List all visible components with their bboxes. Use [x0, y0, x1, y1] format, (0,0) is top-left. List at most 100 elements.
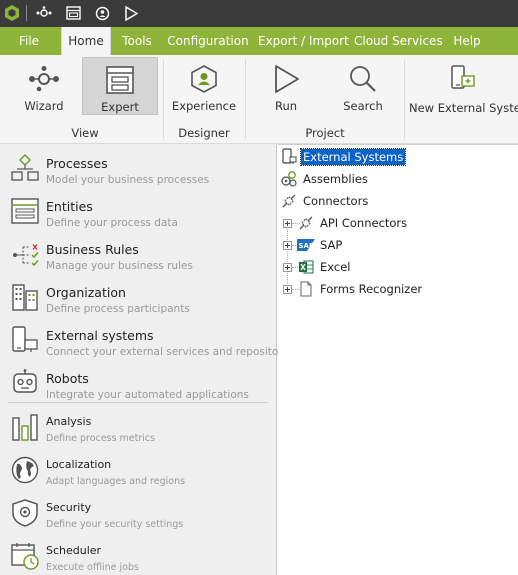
nav-title: Business Rules [46, 242, 139, 257]
svg-text:SAP: SAP [299, 242, 315, 250]
external-systems-node-icon [280, 148, 298, 166]
menu-bar: File Home Tools Configuration Export / I… [0, 27, 518, 55]
wizard-label: Wizard [24, 99, 64, 113]
group-designer-label: Designer [178, 126, 230, 140]
entities-icon [9, 195, 41, 227]
gears-icon [280, 170, 298, 188]
nav-item-robots[interactable]: Robots Integrate your automated applicat… [0, 363, 276, 403]
nav-item-analysis[interactable]: Analysis Define process metrics [0, 407, 276, 447]
nav-subtitle: Manage your business rules [46, 260, 193, 272]
search-icon [333, 63, 393, 95]
nav-title: Analysis [46, 415, 92, 428]
title-bar [0, 0, 518, 27]
shield-icon [9, 497, 41, 529]
tree-node-forms-recognizer[interactable]: Forms Recognizer [297, 280, 424, 298]
tree-node-external-systems[interactable]: External Systems [280, 148, 407, 166]
nav-item-entities[interactable]: Entities Define your process data [0, 191, 276, 231]
nav-item-scheduler[interactable]: Scheduler Execute offline jobs [0, 536, 276, 575]
new-external-system-icon [409, 63, 516, 95]
ribbon-separator [163, 59, 164, 139]
expert-icon [83, 64, 157, 96]
nav-subtitle: Define your security settings [46, 519, 184, 530]
menu-help[interactable]: Help [448, 27, 486, 55]
nav-item-organization[interactable]: Organization Define process participants [0, 277, 276, 317]
nav-divider [8, 402, 268, 403]
experience-label: Experience [171, 99, 237, 113]
tree-node-label: Forms Recognizer [320, 282, 423, 296]
connector-icon [280, 192, 298, 210]
menu-export-import[interactable]: Export / Import [258, 27, 349, 55]
wizard-icon [12, 63, 76, 95]
run-button[interactable]: Run [258, 57, 314, 115]
run-icon [258, 63, 314, 95]
menu-cloud-services[interactable]: Cloud Services [354, 27, 443, 55]
wizard-button[interactable]: Wizard [12, 57, 76, 115]
tree-node-label: Connectors [303, 194, 369, 208]
expand-toggle[interactable] [283, 263, 292, 272]
external-systems-icon [9, 324, 41, 356]
app-window: File Home Tools Configuration Export / I… [0, 0, 518, 575]
expert-quick-icon[interactable] [63, 2, 83, 24]
search-label: Search [343, 99, 383, 113]
nav-item-business-rules[interactable]: Business Rules Manage your business rule… [0, 234, 276, 274]
new-external-system-button[interactable]: New External System [409, 57, 518, 115]
analysis-icon [9, 411, 41, 443]
tree-node-assemblies[interactable]: Assemblies [280, 170, 370, 188]
nav-item-external-systems[interactable]: External systems Connect your external s… [0, 320, 297, 360]
run-quick-icon[interactable] [121, 2, 141, 24]
experience-button[interactable]: Experience [168, 57, 240, 115]
app-logo-icon[interactable] [2, 2, 22, 24]
new-external-system-label: New External System [409, 101, 518, 115]
nav-title: Processes [46, 156, 108, 171]
nav-item-security[interactable]: Security Define your security settings [0, 493, 276, 533]
tree-node-excel[interactable]: Excel [297, 258, 352, 276]
globe-icon [9, 454, 41, 486]
nav-title: External systems [46, 328, 154, 343]
nav-subtitle: Define your process data [46, 217, 178, 229]
tree-panel: External Systems Assemblies Connectors A… [278, 144, 518, 575]
search-button[interactable]: Search [333, 57, 393, 115]
nav-subtitle: Define process metrics [46, 433, 156, 444]
wizard-quick-icon[interactable] [34, 2, 54, 24]
menu-file[interactable]: File [10, 27, 48, 55]
processes-icon [9, 152, 41, 184]
expand-toggle[interactable] [283, 285, 292, 294]
group-project-label: Project [305, 126, 345, 140]
sap-logo-icon: SAP [297, 236, 315, 254]
organization-icon [9, 281, 41, 313]
scheduler-icon [9, 540, 41, 572]
nav-title: Scheduler [46, 544, 102, 557]
expert-button[interactable]: Expert [82, 57, 158, 115]
experience-quick-icon[interactable] [92, 2, 112, 24]
menu-home[interactable]: Home [61, 27, 111, 55]
nav-subtitle: Adapt languages and regions [46, 476, 186, 487]
menu-configuration[interactable]: Configuration [166, 27, 250, 55]
nav-item-processes[interactable]: Processes Model your business processes [0, 148, 276, 188]
nav-title: Entities [46, 199, 93, 214]
expand-toggle[interactable] [283, 219, 292, 228]
tree-node-label: External Systems [299, 148, 407, 166]
tree-node-label: SAP [320, 238, 343, 252]
tree-node-api-connectors[interactable]: API Connectors [297, 214, 409, 232]
nav-subtitle: Integrate your automated applications [46, 389, 249, 401]
document-icon [297, 280, 315, 298]
nav-subtitle: Connect your external services and repos… [46, 346, 298, 358]
nav-subtitle: Model your business processes [46, 174, 210, 186]
ribbon-separator [245, 59, 246, 139]
expert-label: Expert [101, 100, 139, 114]
nav-title: Organization [46, 285, 126, 300]
excel-icon [297, 258, 315, 276]
tree-node-sap[interactable]: SAP SAP [297, 236, 344, 254]
tree-node-label: Assemblies [303, 172, 368, 186]
expand-toggle[interactable] [283, 241, 292, 250]
tree-node-connectors[interactable]: Connectors [280, 192, 370, 210]
nav-title: Security [46, 501, 92, 514]
ribbon: Wizard Expert View Experience Designer R… [0, 55, 518, 144]
nav-title: Localization [46, 458, 112, 471]
nav-item-localization[interactable]: Localization Adapt languages and regions [0, 450, 276, 490]
menu-tools[interactable]: Tools [117, 27, 157, 55]
ribbon-separator [404, 59, 405, 139]
group-view-label: View [71, 126, 99, 140]
robot-icon [9, 367, 41, 399]
nav-subtitle: Execute offline jobs [46, 562, 139, 573]
